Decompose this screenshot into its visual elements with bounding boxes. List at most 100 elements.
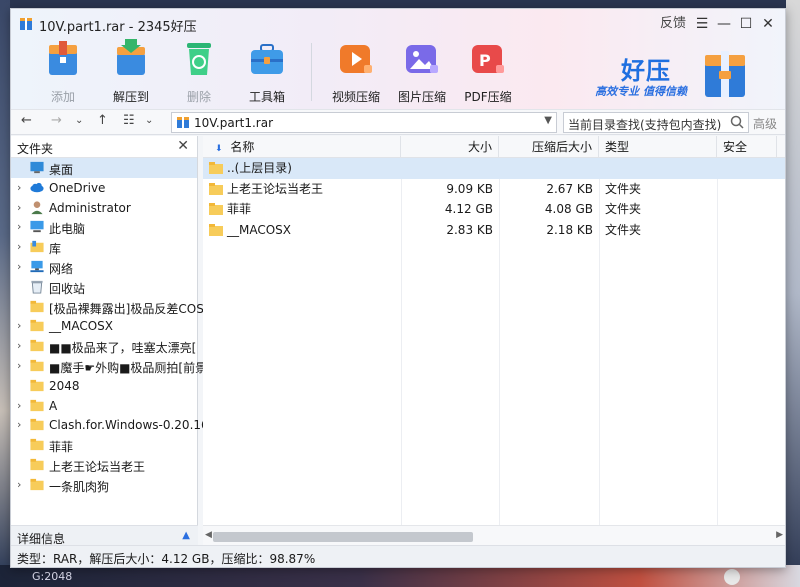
file-type: 文件夹: [605, 222, 642, 237]
extract-icon: [117, 39, 145, 75]
chevron-right-icon[interactable]: ›: [17, 260, 21, 273]
chevron-right-icon[interactable]: ›: [17, 478, 21, 491]
image-compress-icon: [406, 45, 438, 73]
extract-button[interactable]: 解压到: [101, 37, 161, 105]
horizontal-scrollbar[interactable]: ◀ ▶: [203, 525, 785, 547]
file-list-header: ⬇ 名称 大小 压缩后大小 类型 安全: [203, 136, 785, 158]
pdf-compress-button[interactable]: P PDF压缩: [460, 37, 516, 105]
rar-archive-icon: [20, 18, 32, 30]
forward-icon[interactable]: →: [51, 113, 62, 128]
chevron-right-icon[interactable]: ›: [17, 399, 21, 412]
chevron-right-icon[interactable]: ›: [17, 418, 21, 431]
folder-tree-item[interactable]: › Administrator: [11, 198, 197, 218]
chevron-right-icon[interactable]: ›: [17, 201, 21, 214]
table-row[interactable]: ..(上层目录): [203, 158, 785, 179]
path-dropdown-icon[interactable]: ▼: [544, 115, 552, 126]
scroll-right-icon[interactable]: ▶: [776, 530, 783, 540]
chevron-right-icon[interactable]: ›: [17, 220, 21, 233]
folder-tree-label: 桌面: [49, 163, 74, 177]
folder-tree-item[interactable]: 菲菲: [11, 435, 197, 455]
search-input[interactable]: 当前目录查找(支持包内查找): [563, 112, 749, 133]
folder-pane-title: 文件夹: [17, 142, 54, 156]
file-name: 上老王论坛当老王: [227, 181, 324, 196]
feedback-button[interactable]: 反馈: [655, 14, 691, 34]
folder-tree-item[interactable]: › __MACOSX: [11, 316, 197, 336]
path-input[interactable]: 10V.part1.rar ▼: [171, 112, 557, 133]
scrollbar-thumb[interactable]: [213, 532, 473, 542]
scroll-left-icon[interactable]: ◀: [205, 530, 212, 540]
file-size: [401, 158, 499, 179]
close-icon[interactable]: ✕: [757, 14, 779, 34]
folder-icon: [29, 417, 45, 432]
folder-tree-item[interactable]: › OneDrive: [11, 178, 197, 198]
search-icon[interactable]: [730, 115, 744, 129]
computer-icon: [29, 219, 45, 234]
address-bar: ← → ⌄ ↑ ☷ ⌄ 10V.part1.rar ▼ 当前目录查找(支持包内查…: [11, 109, 785, 135]
file-name-cell: 上老王论坛当老王: [203, 179, 401, 200]
status-bar: 类型：RAR，解压后大小：4.12 GB，压缩比：98.87%: [11, 545, 785, 567]
history-dropdown-icon[interactable]: ⌄: [75, 115, 83, 126]
folder-tree-item[interactable]: › 库: [11, 237, 197, 257]
folder-tree-item[interactable]: › 一条肌肉狗: [11, 475, 197, 495]
chevron-right-icon[interactable]: ›: [17, 181, 21, 194]
folder-icon: [29, 299, 45, 314]
chevron-up-icon[interactable]: ▲: [182, 530, 190, 541]
column-size[interactable]: 大小: [401, 136, 499, 158]
folder-icon: [29, 358, 45, 373]
title-bar: 10V.part1.rar - 2345好压 反馈 ☰ — ☐ ✕ 添加 解压到…: [11, 9, 785, 109]
folder-tree-item[interactable]: 上老王论坛当老王: [11, 455, 197, 475]
image-compress-button[interactable]: 图片压缩: [394, 37, 450, 105]
folder-tree-item[interactable]: › A: [11, 396, 197, 416]
folder-tree-item[interactable]: › Clash.for.Windows-0.20.16: [11, 415, 209, 435]
details-panel-toggle[interactable]: 详细信息 ▲: [11, 525, 198, 547]
folder-tree-label: 2048: [49, 378, 80, 393]
menu-icon[interactable]: ☰: [691, 14, 713, 34]
folder-tree-label: ■魔手☛外购■极品厕拍[前景: [49, 360, 208, 375]
back-icon[interactable]: ←: [21, 113, 32, 128]
file-packed-size: 4.08 GB: [544, 202, 593, 216]
chevron-right-icon[interactable]: ›: [17, 359, 21, 372]
file-list: ⬇ 名称 大小 压缩后大小 类型 安全 ..(上层目录) 上老王论坛当老王 9.09…: [203, 136, 785, 547]
minimize-icon[interactable]: —: [713, 14, 735, 34]
table-row[interactable]: __MACOSX 2.83 KB 2.18 KB 文件夹: [203, 220, 785, 241]
folder-tree-item[interactable]: 2048: [11, 376, 197, 396]
folder-tree-label: A: [49, 398, 58, 413]
folder-tree-item[interactable]: › ■魔手☛外购■极品厕拍[前景: [11, 356, 207, 376]
folder-tree-item[interactable]: 桌面: [11, 158, 197, 178]
folder-tree-item[interactable]: 回收站: [11, 277, 197, 297]
video-compress-button[interactable]: 视频压缩: [328, 37, 384, 105]
chevron-right-icon[interactable]: ›: [17, 339, 21, 352]
folder-tree-item[interactable]: › 网络: [11, 257, 197, 277]
maximize-icon[interactable]: ☐: [735, 14, 757, 34]
folder-tree-item[interactable]: [极品裸舞露出]极品反差COS: [11, 297, 204, 317]
file-name-cell: ..(上层目录): [203, 158, 401, 179]
folder-tree-item[interactable]: › ■■极品来了，哇塞太漂亮[: [11, 336, 197, 356]
close-icon[interactable]: ✕: [177, 138, 189, 154]
taskbar-app-icon[interactable]: [724, 569, 740, 585]
chevron-right-icon[interactable]: ›: [17, 319, 21, 332]
table-row[interactable]: 上老王论坛当老王 9.09 KB 2.67 KB 文件夹: [203, 179, 785, 200]
svg-text:P: P: [479, 51, 491, 70]
column-type[interactable]: 类型: [599, 136, 717, 158]
advanced-search-link[interactable]: 高级: [753, 115, 777, 132]
column-security[interactable]: 安全: [717, 136, 777, 158]
delete-button[interactable]: 删除: [169, 37, 229, 105]
status-text: 类型：RAR，解压后大小：4.12 GB，压缩比：98.87%: [17, 552, 316, 566]
toolbox-button[interactable]: 工具箱: [237, 37, 297, 105]
chevron-right-icon[interactable]: ›: [17, 240, 21, 253]
column-name[interactable]: ⬇ 名称: [203, 136, 401, 158]
table-row[interactable]: 菲菲 4.12 GB 4.08 GB 文件夹: [203, 199, 785, 220]
folder-icon: [29, 378, 45, 393]
folder-tree-item[interactable]: › 此电脑: [11, 217, 197, 237]
view-mode-icon[interactable]: ☷: [123, 113, 135, 128]
up-icon[interactable]: ↑: [97, 113, 108, 128]
toolbox-icon: [251, 44, 283, 74]
folder-tree-label: [极品裸舞露出]极品反差COS: [49, 301, 204, 316]
add-button[interactable]: 添加: [33, 37, 93, 105]
folder-icon: [29, 318, 45, 333]
brand-archive-icon: [705, 51, 745, 97]
add-archive-icon: [49, 41, 77, 75]
column-packed-size[interactable]: 压缩后大小: [499, 136, 599, 158]
file-name: 菲菲: [227, 202, 252, 216]
view-dropdown-icon[interactable]: ⌄: [145, 115, 153, 126]
